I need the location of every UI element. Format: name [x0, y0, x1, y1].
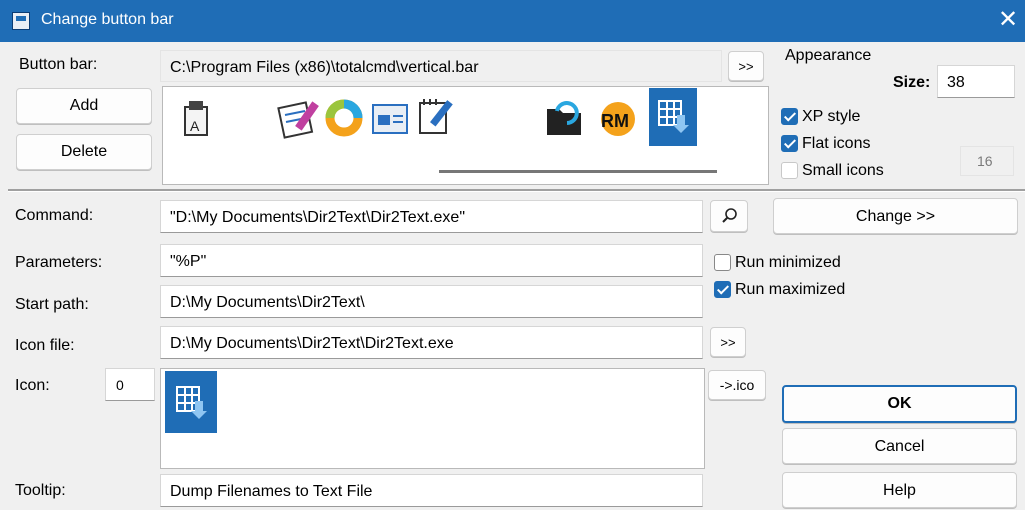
- id-card-icon[interactable]: [370, 99, 412, 139]
- delete-button[interactable]: Delete: [16, 134, 152, 170]
- tooltip-label: Tooltip:: [15, 482, 66, 499]
- start-path-field[interactable]: D:\My Documents\Dir2Text\: [160, 285, 703, 318]
- size-field[interactable]: 38: [937, 65, 1015, 98]
- run-maximized-label: Run maximized: [735, 281, 846, 298]
- title-bar: Change button bar ✕: [0, 0, 1025, 42]
- icon-file-browse-button[interactable]: >>: [710, 327, 746, 357]
- close-button[interactable]: ✕: [994, 6, 1022, 34]
- icon-label: Icon:: [15, 377, 50, 394]
- command-label: Command:: [15, 207, 94, 224]
- add-button[interactable]: Add: [16, 88, 152, 124]
- dump-grid-icon[interactable]: [649, 88, 697, 146]
- command-field[interactable]: "D:\My Documents\Dir2Text\Dir2Text.exe": [160, 200, 703, 233]
- dump-grid-icon: [176, 386, 207, 419]
- button-bar-label: Button bar:: [19, 56, 98, 73]
- run-minimized-checkbox[interactable]: [714, 254, 731, 271]
- size-label: Size:: [893, 74, 931, 91]
- edit-note-icon[interactable]: [414, 95, 458, 139]
- small-icons-label: Small icons: [802, 162, 884, 179]
- selected-icon[interactable]: [165, 371, 217, 433]
- small-size-field: 16: [960, 146, 1014, 176]
- command-search-button[interactable]: [710, 200, 748, 232]
- ok-button[interactable]: OK: [782, 385, 1017, 423]
- clipboard-a-icon[interactable]: A: [177, 97, 217, 139]
- cancel-button[interactable]: Cancel: [782, 428, 1017, 464]
- parameters-field[interactable]: "%P": [160, 244, 703, 277]
- window-title: Change button bar: [41, 11, 174, 28]
- ring-icon[interactable]: [323, 97, 367, 141]
- run-minimized-label: Run minimized: [735, 254, 841, 271]
- change-button[interactable]: Change >>: [773, 198, 1018, 234]
- appearance-title: Appearance: [785, 47, 872, 64]
- small-icons-checkbox[interactable]: [781, 162, 798, 179]
- run-maximized-checkbox[interactable]: [714, 281, 731, 298]
- search-icon: [722, 208, 737, 223]
- icon-file-label: Icon file:: [15, 337, 75, 354]
- rm-icon[interactable]: RM: [595, 97, 641, 141]
- help-button[interactable]: Help: [782, 472, 1017, 508]
- flat-icons-checkbox[interactable]: [781, 135, 798, 152]
- xp-style-checkbox[interactable]: [781, 108, 798, 125]
- svg-text:RM: RM: [601, 111, 629, 131]
- flat-icons-label: Flat icons: [802, 135, 871, 152]
- xp-style-label: XP style: [802, 108, 861, 125]
- notepad-icon[interactable]: [277, 97, 321, 141]
- icon-preview-panel[interactable]: [160, 368, 705, 469]
- to-ico-button[interactable]: ->.ico: [708, 370, 766, 400]
- divider: [8, 189, 1025, 192]
- svg-text:A: A: [190, 118, 200, 134]
- icon-file-field[interactable]: D:\My Documents\Dir2Text\Dir2Text.exe: [160, 326, 703, 359]
- parameters-label: Parameters:: [15, 254, 103, 271]
- tooltip-field[interactable]: Dump Filenames to Text File: [160, 474, 703, 507]
- button-bar-browse-button[interactable]: >>: [728, 51, 764, 81]
- icon-index-field[interactable]: 0: [105, 368, 155, 401]
- folder-refresh-icon[interactable]: [543, 97, 587, 141]
- app-icon: [12, 12, 30, 30]
- scrollbar[interactable]: [439, 170, 717, 173]
- button-bar-path-field[interactable]: C:\Program Files (x86)\totalcmd\vertical…: [160, 50, 722, 82]
- button-bar-preview[interactable]: A RM: [162, 86, 769, 185]
- start-path-label: Start path:: [15, 296, 89, 313]
